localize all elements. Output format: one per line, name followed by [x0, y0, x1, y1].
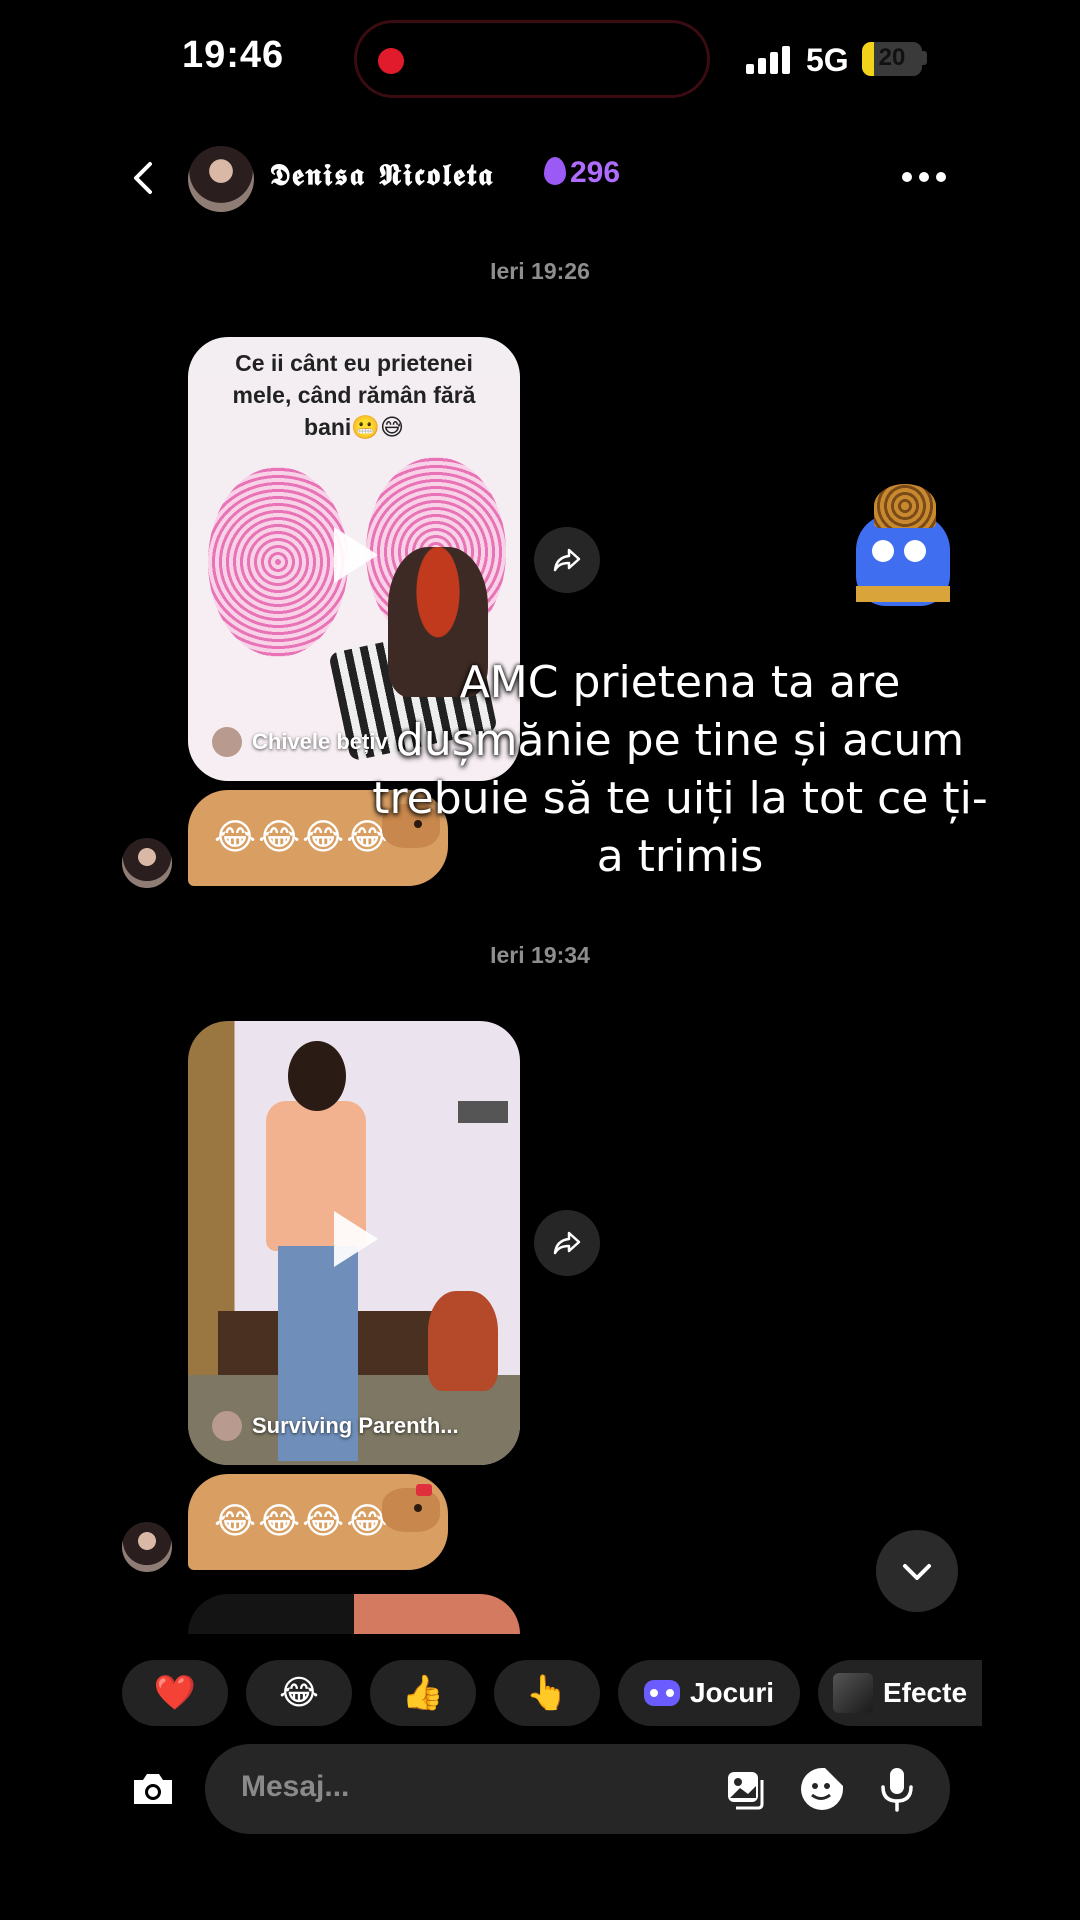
source-avatar [212, 1411, 242, 1441]
battery-percent: 20 [878, 44, 906, 71]
streak-count: 296 [544, 156, 620, 190]
sticker-icon[interactable] [797, 1764, 847, 1814]
camera-icon[interactable] [128, 1764, 178, 1814]
video-source-name: Surviving Parenth... [252, 1413, 459, 1438]
effects-shortcut[interactable]: Efecte [818, 1660, 982, 1726]
person-head [288, 1041, 346, 1111]
microphone-icon[interactable] [872, 1764, 922, 1814]
flame-icon [544, 157, 566, 185]
sticker-emojis: 😂😂😂😂 [214, 1500, 391, 1541]
back-icon[interactable] [124, 158, 164, 198]
shared-video-partial[interactable] [188, 1594, 520, 1634]
video-source: Surviving Parenth... [212, 1411, 459, 1441]
play-icon[interactable] [334, 527, 378, 583]
sticker-message[interactable]: 😂😂😂😂 [188, 1474, 448, 1570]
gamepad-icon [643, 1680, 680, 1706]
mascot-hat [874, 484, 936, 528]
share-icon [553, 1231, 581, 1255]
battery-icon: 20 [862, 42, 922, 76]
signal-strength-icon [746, 46, 792, 74]
contact-name[interactable]: 𝕯𝖊𝖓𝖎𝖘𝖆 𝕹𝖎𝖈𝖔𝖑𝖊𝖙𝖆 [270, 158, 494, 193]
sender-avatar[interactable] [122, 1522, 172, 1572]
chevron-down-icon [903, 1564, 931, 1580]
recording-indicator-icon [378, 48, 404, 74]
shared-video[interactable]: Surviving Parenth... [188, 1021, 520, 1465]
wall-frame [458, 1101, 508, 1123]
contact-avatar[interactable] [188, 146, 254, 212]
gallery-icon[interactable] [720, 1764, 770, 1814]
dynamic-island [354, 20, 710, 98]
child-image [428, 1291, 498, 1391]
mascot-sticker-icon [846, 478, 966, 628]
share-button[interactable] [534, 1210, 600, 1276]
streak-value: 296 [570, 156, 621, 189]
message-input[interactable]: Mesaj... [205, 1744, 950, 1834]
more-icon[interactable] [902, 172, 946, 186]
share-icon [553, 548, 581, 572]
status-time: 19:46 [182, 34, 285, 76]
mascot-eye-left [872, 540, 894, 562]
play-icon[interactable] [334, 1211, 378, 1267]
games-shortcut[interactable]: Jocuri [618, 1660, 800, 1726]
message-timestamp: Ieri 19:26 [490, 258, 590, 284]
scroll-down-button[interactable] [876, 1530, 958, 1612]
battery-tip [922, 51, 927, 65]
network-type: 5G [806, 42, 849, 78]
bow-icon [416, 1484, 432, 1496]
reaction-laugh[interactable]: 😂 [246, 1660, 352, 1726]
share-button[interactable] [534, 527, 600, 593]
games-label: Jocuri [689, 1677, 775, 1708]
overlay-caption: AMC prietena ta are dușmănie pe tine și … [372, 657, 988, 882]
reaction-thumbs-up[interactable]: 👍 [370, 1660, 476, 1726]
mascot-belt [856, 586, 950, 602]
video-caption: Ce ii cânt eu prietenei mele, când rămân… [232, 350, 476, 440]
effects-label: Efecte [882, 1677, 968, 1708]
source-avatar [212, 727, 242, 757]
message-timestamp: Ieri 19:34 [490, 942, 590, 968]
sender-avatar[interactable] [122, 838, 172, 888]
capybara-eye [414, 1504, 422, 1512]
effects-thumbnail-icon [832, 1673, 873, 1713]
fingerprint-heart-left [208, 467, 348, 657]
message-placeholder: Mesaj... [241, 1770, 350, 1803]
reaction-heart[interactable]: ❤️ [122, 1660, 228, 1726]
mascot-eye-right [904, 540, 926, 562]
reaction-point-up[interactable]: 👆 [494, 1660, 600, 1726]
